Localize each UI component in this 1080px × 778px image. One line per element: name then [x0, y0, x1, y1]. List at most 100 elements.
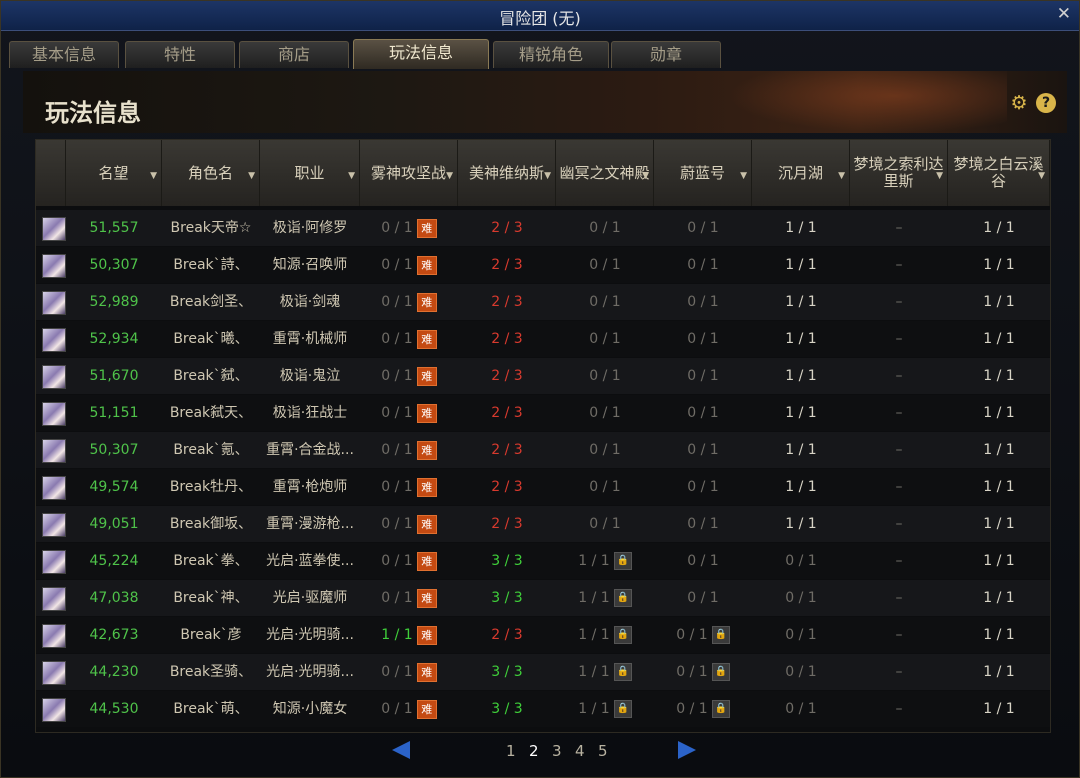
gear-icon[interactable]: ⚙ [1009, 93, 1029, 113]
moon-lake-cell: 1 / 1 [752, 247, 850, 283]
lock-icon: 🔒 [711, 663, 730, 681]
table-row[interactable]: 47,038 Break`神、 光启·驱魔师 0 / 1难3 / 31 / 1 🔒 0 /… [36, 580, 1050, 616]
moon-lake-value: 0 / 1 [785, 553, 817, 569]
header-label: 幽冥之文神殿 [559, 163, 650, 182]
azure-ship-cell: 0 / 1 [654, 469, 752, 505]
sort-arrow-icon: ▼ [150, 171, 157, 181]
dark-temple-value: 1 / 1 [578, 701, 610, 717]
fog-god-cell: 0 / 1难 [360, 543, 458, 579]
table-row[interactable]: 51,151 Break弑天、 极诣·狂战士 0 / 1难2 / 30 / 10 / … [36, 395, 1050, 431]
page-4-link[interactable]: 4 [575, 742, 585, 760]
tab-basic-info[interactable]: 基本信息 [9, 41, 119, 68]
prev-page-arrow-icon[interactable] [392, 741, 410, 759]
job-value: 重霄·合金战... [266, 442, 354, 458]
table-row[interactable]: 44,230 Break圣骑、 光启·光明骑... 0 / 1难3 / 31 / 1 🔒… [36, 654, 1050, 690]
page-5-link[interactable]: 5 [598, 742, 608, 760]
help-icon[interactable]: ? [1036, 93, 1056, 113]
header-venus-col[interactable]: 美神维纳斯 ▼ [458, 140, 556, 206]
table-row[interactable]: 45,224 Break`拳、 光启·蓝拳使... 0 / 1难3 / 31 / 1 🔒… [36, 543, 1050, 579]
fame-value: 44,230 [89, 664, 139, 680]
table-row[interactable]: 52,989 Break剑圣、 极诣·剑魂 0 / 1难2 / 30 / 10 / 1… [36, 284, 1050, 320]
white-cloud-cell: 1 / 1 [948, 284, 1050, 320]
next-page-arrow-icon[interactable] [678, 741, 696, 759]
tab-elite-characters[interactable]: 精锐角色 [493, 41, 609, 68]
moon-lake-value: 0 / 1 [785, 590, 817, 606]
job-value: 极诣·剑魂 [279, 294, 341, 310]
name-value: Break`曦、 [173, 331, 249, 347]
job-cell: 重霄·枪炮师 [260, 469, 360, 505]
solidaris-cell: – [850, 543, 948, 579]
header-dark-temple-col[interactable]: 幽冥之文神殿 ▼ [556, 140, 654, 206]
sort-arrow-icon: ▼ [446, 171, 453, 181]
tab-traits[interactable]: 特性 [125, 41, 235, 68]
dark-temple-cell: 0 / 1 [556, 358, 654, 394]
fog-god-cell: 1 / 1难 [360, 617, 458, 653]
page-3-link[interactable]: 3 [552, 742, 562, 760]
job-value: 重霄·枪炮师 [272, 479, 348, 495]
table-row[interactable]: 49,574 Break牡丹、 重霄·枪炮师 0 / 1难2 / 30 / 10 / … [36, 469, 1050, 505]
sort-arrow-icon: ▼ [248, 171, 255, 181]
close-icon[interactable]: ✕ [1057, 4, 1071, 24]
table-row[interactable]: 51,670 Break`弑、 极诣·鬼泣 0 / 1难2 / 30 / 10 / 1… [36, 358, 1050, 394]
venus-cell: 3 / 3 [458, 654, 556, 690]
azure-ship-cell: 0 / 1 [654, 321, 752, 357]
name-value: Break圣骑、 [169, 664, 253, 680]
venus-value: 2 / 3 [491, 516, 523, 532]
solidaris-cell: – [850, 469, 948, 505]
moon-lake-value: 0 / 1 [785, 664, 817, 680]
fog-god-value: 0 / 1 [381, 442, 413, 458]
azure-ship-cell: 0 / 1 [654, 395, 752, 431]
dark-temple-value: 0 / 1 [589, 405, 621, 421]
moon-lake-cell: 0 / 1 [752, 543, 850, 579]
table-row[interactable]: 50,307 Break`詩、 知源·召唤师 0 / 1难2 / 30 / 10 / … [36, 247, 1050, 283]
header-white-cloud-col[interactable]: 梦境之白云溪谷 ▼ [948, 140, 1050, 206]
character-avatar-icon [42, 291, 66, 315]
character-avatar-icon [42, 365, 66, 389]
dark-temple-cell: 0 / 1 [556, 321, 654, 357]
page-2-link[interactable]: 2 [529, 742, 539, 760]
table-row[interactable]: 50,307 Break`氪、 重霄·合金战... 0 / 1难2 / 30 / 10… [36, 432, 1050, 468]
table-row[interactable]: 52,934 Break`曦、 重霄·机械师 0 / 1难2 / 30 / 10 / … [36, 321, 1050, 357]
fame-cell: 51,151 [66, 395, 162, 431]
window-title: 冒险团 (无) [499, 9, 581, 28]
title-bar: 冒险团 (无) ✕ [1, 1, 1079, 31]
venus-cell: 2 / 3 [458, 469, 556, 505]
table-header: 名望 ▼ 角色名 ▼ 职业 ▼ 雾神攻坚战 ▼ 美神维纳斯 ▼ 幽冥之文神殿 ▼ 蔚蓝号 ▼ 沉月湖 ▼ 梦境之… [36, 140, 1050, 207]
white-cloud-cell: 1 / 1 [948, 469, 1050, 505]
azure-ship-cell: 0 / 1 [654, 580, 752, 616]
white-cloud-value: 1 / 1 [983, 368, 1015, 384]
header-solidaris-col[interactable]: 梦境之索利达里斯 ▼ [850, 140, 948, 206]
page-1-link[interactable]: 1 [506, 742, 516, 760]
table-row[interactable]: 44,530 Break`萌、 知源·小魔女 0 / 1难3 / 31 / 1 🔒 0 /… [36, 691, 1050, 727]
table-row[interactable]: 51,557 Break天帝☆ 极诣·阿修罗 0 / 1难2 / 30 / 10 / … [36, 210, 1050, 246]
name-value: Break`詩、 [173, 257, 249, 273]
header-fame-col[interactable]: 名望 ▼ [66, 140, 162, 206]
table-row[interactable]: 42,673 Break`彦 光启·光明骑... 1 / 1难2 / 31 / 1 🔒 0… [36, 617, 1050, 653]
solidaris-value: – [895, 442, 903, 458]
character-avatar-icon [42, 217, 66, 241]
header-avatar-col [36, 140, 66, 206]
table-row[interactable]: 49,051 Break御坂、 重霄·漫游枪... 0 / 1难2 / 30 / 10… [36, 506, 1050, 542]
header-job-col[interactable]: 职业 ▼ [260, 140, 360, 206]
tab-shop[interactable]: 商店 [239, 41, 349, 68]
header-moon-lake-col[interactable]: 沉月湖 ▼ [752, 140, 850, 206]
character-avatar-icon [42, 328, 66, 352]
header-azure-ship-col[interactable]: 蔚蓝号 ▼ [654, 140, 752, 206]
tab-gameplay-info[interactable]: 玩法信息 [353, 39, 489, 69]
moon-lake-cell: 1 / 1 [752, 506, 850, 542]
fame-cell: 49,574 [66, 469, 162, 505]
name-value: Break`彦 [180, 627, 242, 643]
white-cloud-value: 1 / 1 [983, 590, 1015, 606]
azure-ship-cell: 0 / 1 [654, 506, 752, 542]
job-cell: 光启·驱魔师 [260, 580, 360, 616]
azure-ship-value: 0 / 1 [687, 553, 719, 569]
header-label: 梦境之索利达里斯 [853, 155, 944, 190]
azure-ship-cell: 0 / 1 🔒 [654, 617, 752, 653]
solidaris-cell: – [850, 617, 948, 653]
tab-medals[interactable]: 勋章 [611, 41, 721, 68]
azure-ship-cell: 0 / 1 [654, 432, 752, 468]
header-name-col[interactable]: 角色名 ▼ [162, 140, 260, 206]
solidaris-cell: – [850, 247, 948, 283]
header-fog-god-col[interactable]: 雾神攻坚战 ▼ [360, 140, 458, 206]
fog-god-cell: 0 / 1难 [360, 469, 458, 505]
